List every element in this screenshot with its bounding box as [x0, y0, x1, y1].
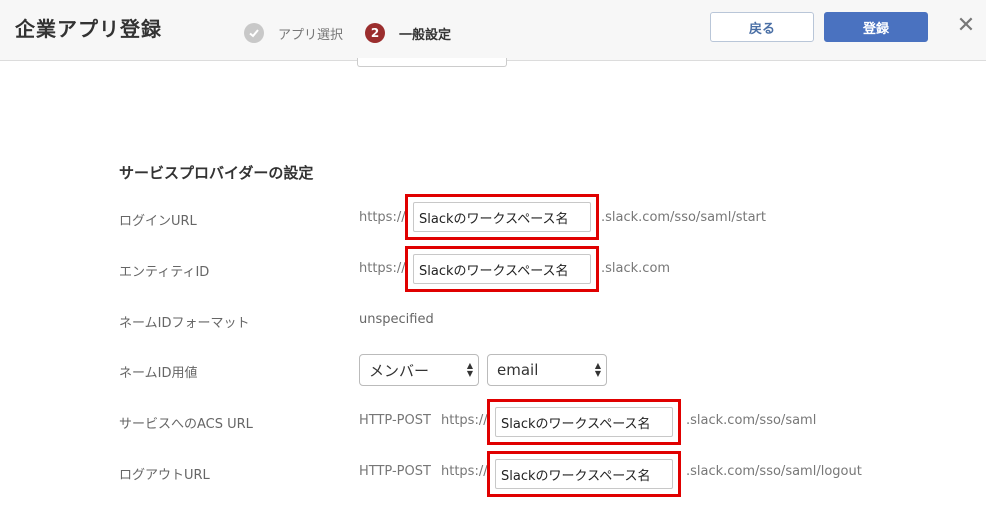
step-number-badge: 2	[365, 23, 385, 43]
partial-input[interactable]	[357, 58, 507, 67]
close-icon[interactable]: ✕	[954, 14, 978, 38]
logout-url-prefix: https://	[441, 464, 488, 479]
select-arrows-icon: ▲ ▼	[594, 361, 601, 378]
acs-url-prefix: https://	[441, 413, 488, 428]
login-url-label: ログインURL	[119, 214, 197, 229]
section-title: サービスプロバイダーの設定	[119, 164, 314, 182]
email-select[interactable]: email ▲ ▼	[487, 354, 607, 386]
register-button[interactable]: 登録	[824, 12, 928, 42]
back-button[interactable]: 戻る	[710, 12, 814, 42]
select-arrows-icon: ▲ ▼	[466, 361, 473, 378]
nameid-format-label: ネームIDフォーマット	[119, 316, 250, 331]
step-label: 一般設定	[399, 27, 452, 43]
header-bar: 企業アプリ登録 アプリ選択 2 一般設定 戻る 登録 ✕	[0, 0, 986, 61]
entity-id-highlight: Slackのワークスペース名	[405, 246, 599, 292]
login-url-suffix: .slack.com/sso/saml/start	[601, 210, 766, 225]
entity-id-label: エンティティID	[119, 265, 210, 280]
acs-url-method: HTTP-POST	[359, 413, 431, 428]
logout-url-highlight: Slackのワークスペース名	[487, 451, 681, 497]
login-url-prefix: https://	[359, 210, 406, 225]
entity-id-input[interactable]: Slackのワークスペース名	[413, 254, 591, 284]
nameid-value-label: ネームID用値	[119, 366, 198, 381]
acs-url-suffix: .slack.com/sso/saml	[686, 413, 817, 428]
entity-id-suffix: .slack.com	[601, 261, 671, 276]
login-url-input[interactable]: Slackのワークスペース名	[413, 202, 591, 232]
email-select-value: email	[497, 361, 539, 379]
page-title: 企業アプリ登録	[15, 17, 162, 41]
logout-url-suffix: .slack.com/sso/saml/logout	[686, 464, 862, 479]
logout-url-method: HTTP-POST	[359, 464, 431, 479]
logout-url-input[interactable]: Slackのワークスペース名	[495, 459, 673, 489]
login-url-highlight: Slackのワークスペース名	[405, 194, 599, 240]
member-select-value: メンバー	[369, 361, 430, 380]
acs-url-label: サービスへのACS URL	[119, 417, 253, 432]
check-icon	[244, 23, 264, 43]
logout-url-label: ログアウトURL	[119, 468, 210, 483]
nameid-format-value: unspecified	[359, 312, 434, 327]
acs-url-highlight: Slackのワークスペース名	[487, 399, 681, 445]
step-general-settings: 2 一般設定	[365, 22, 451, 44]
step-app-select: アプリ選択	[244, 22, 343, 44]
acs-url-input[interactable]: Slackのワークスペース名	[495, 407, 673, 437]
member-select[interactable]: メンバー ▲ ▼	[359, 354, 479, 386]
entity-id-prefix: https://	[359, 261, 406, 276]
step-label: アプリ選択	[278, 27, 344, 43]
